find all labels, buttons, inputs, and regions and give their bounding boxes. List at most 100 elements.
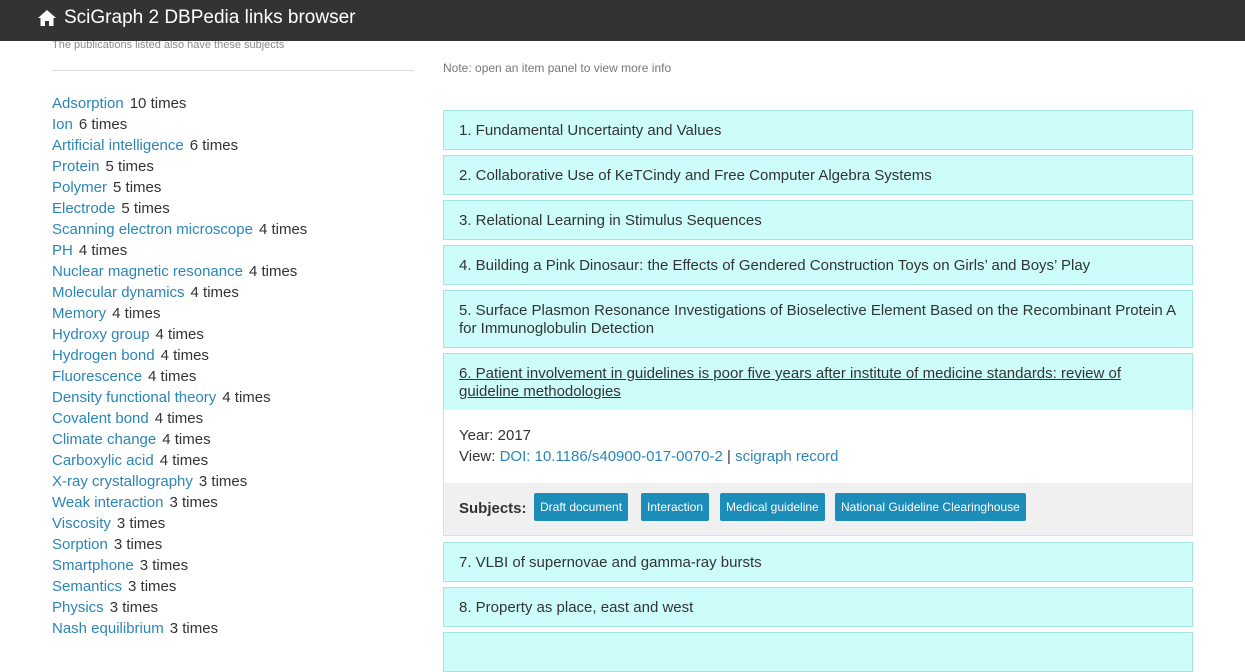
subject-link[interactable]: X-ray crystallography [52, 473, 193, 490]
subject-count: 4 times [258, 221, 308, 238]
subject-link[interactable]: Viscosity [52, 515, 111, 532]
subject-item: Covalent bond 4 times [52, 408, 307, 429]
subject-count: 4 times [154, 410, 204, 427]
subject-link[interactable]: Ion [52, 116, 73, 133]
subject-tag[interactable]: Interaction [641, 493, 710, 521]
publication-item[interactable] [443, 632, 1193, 672]
subject-count: 3 times [113, 536, 163, 553]
subject-link[interactable]: Nash equilibrium [52, 620, 164, 637]
publication-item[interactable]: 5. Surface Plasmon Resonance Investigati… [443, 290, 1193, 348]
subject-link[interactable]: Carboxylic acid [52, 452, 154, 469]
subject-count: 5 times [121, 200, 170, 217]
publication-title[interactable]: 8. Property as place, east and west [459, 599, 1177, 617]
subject-tag[interactable]: Medical guideline [720, 493, 825, 521]
subject-item: Hydrogen bond 4 times [52, 345, 307, 366]
publication-title[interactable]: 7. VLBI of supernovae and gamma-ray burs… [459, 554, 1177, 572]
doi-link[interactable]: DOI: 10.1186/s40900-017-0070-2 [500, 448, 723, 465]
subject-link[interactable]: Sorption [52, 536, 108, 553]
subject-item: Protein 5 times [52, 156, 307, 177]
scigraph-record-link[interactable]: scigraph record [735, 448, 838, 465]
subject-count: 3 times [109, 599, 159, 616]
subject-link[interactable]: Memory [52, 305, 106, 322]
subject-count: 4 times [190, 284, 239, 301]
publication-title[interactable]: 6. Patient involvement in guidelines is … [459, 365, 1177, 401]
home-icon[interactable] [37, 9, 57, 27]
subject-item: Electrode 5 times [52, 198, 307, 219]
subject-count: 4 times [78, 242, 128, 259]
subject-count: 10 times [129, 95, 187, 112]
publication-item[interactable]: 2. Collaborative Use of KeTCindy and Fre… [443, 155, 1193, 195]
publication-item[interactable]: 3. Relational Learning in Stimulus Seque… [443, 200, 1193, 240]
publication-title[interactable]: 1. Fundamental Uncertainty and Values [459, 122, 1177, 140]
subject-item: Viscosity 3 times [52, 513, 307, 534]
subject-item: Nuclear magnetic resonance 4 times [52, 261, 307, 282]
subject-item: Smartphone 3 times [52, 555, 307, 576]
subject-item: Carboxylic acid 4 times [52, 450, 307, 471]
subject-link[interactable]: Hydroxy group [52, 326, 150, 343]
subject-link[interactable]: Artificial intelligence [52, 137, 184, 154]
subject-link[interactable]: Electrode [52, 200, 115, 217]
subject-count: 4 times [248, 263, 298, 280]
subject-link[interactable]: PH [52, 242, 73, 259]
subject-count: 6 times [78, 116, 128, 133]
subject-count: 3 times [128, 578, 177, 595]
subject-link[interactable]: Physics [52, 599, 104, 616]
info-note: Note: open an item panel to view more in… [443, 61, 672, 75]
subject-item: Adsorption 10 times [52, 93, 307, 114]
subject-item: Sorption 3 times [52, 534, 307, 555]
app-title[interactable]: SciGraph 2 DBPedia links browser [64, 7, 355, 29]
publication-item-open[interactable]: 6. Patient involvement in guidelines is … [443, 353, 1193, 411]
publication-item[interactable]: 7. VLBI of supernovae and gamma-ray burs… [443, 542, 1193, 582]
subject-link[interactable]: Density functional theory [52, 389, 216, 406]
subject-link[interactable]: Polymer [52, 179, 107, 196]
publication-item[interactable]: 1. Fundamental Uncertainty and Values [443, 110, 1193, 150]
subject-link[interactable]: Protein [52, 158, 100, 175]
publication-item[interactable]: 8. Property as place, east and west [443, 587, 1193, 627]
subject-tag[interactable]: National Guideline Clearinghouse [835, 493, 1026, 521]
subject-count: 3 times [198, 473, 248, 490]
subject-link[interactable]: Nuclear magnetic resonance [52, 263, 243, 280]
subject-item: Polymer 5 times [52, 177, 307, 198]
subject-link[interactable]: Weak interaction [52, 494, 163, 511]
publication-title[interactable]: 4. Building a Pink Dinosaur: the Effects… [459, 257, 1177, 275]
subject-count: 3 times [169, 494, 218, 511]
subject-count: 3 times [139, 557, 189, 574]
subject-link[interactable]: Molecular dynamics [52, 284, 185, 301]
subject-count: 6 times [189, 137, 239, 154]
subject-item: Memory 4 times [52, 303, 307, 324]
subject-item: Physics 3 times [52, 597, 307, 618]
subject-item: Ion 6 times [52, 114, 307, 135]
subject-item: X-ray crystallography 3 times [52, 471, 307, 492]
publication-title[interactable]: 3. Relational Learning in Stimulus Seque… [459, 212, 1177, 230]
subject-link[interactable]: Adsorption [52, 95, 124, 112]
view-label: View: [459, 448, 496, 465]
subject-link[interactable]: Smartphone [52, 557, 134, 574]
subject-item: Weak interaction 3 times [52, 492, 307, 513]
subject-link[interactable]: Climate change [52, 431, 156, 448]
sidebar-divider [52, 70, 414, 71]
publication-title[interactable]: 2. Collaborative Use of KeTCindy and Fre… [459, 167, 1177, 185]
subject-item: Artificial intelligence 6 times [52, 135, 307, 156]
subject-count: 3 times [116, 515, 166, 532]
subject-tag[interactable]: Draft document [534, 493, 629, 521]
publication-title[interactable]: 5. Surface Plasmon Resonance Investigati… [459, 302, 1177, 338]
subject-item: PH 4 times [52, 240, 307, 261]
subjects-bar: Subjects: Draft document Interaction Med… [444, 483, 1192, 535]
publication-item[interactable]: 4. Building a Pink Dinosaur: the Effects… [443, 245, 1193, 285]
subject-link[interactable]: Hydrogen bond [52, 347, 155, 364]
subject-count: 4 times [148, 368, 197, 385]
subject-count: 5 times [113, 179, 162, 196]
publication-year: Year: 2017 [459, 427, 532, 444]
subject-count: 4 times [112, 305, 161, 322]
subject-count: 4 times [222, 389, 271, 406]
subject-item: Density functional theory 4 times [52, 387, 307, 408]
link-separator: | [726, 448, 731, 465]
subject-link[interactable]: Fluorescence [52, 368, 142, 385]
subject-item: Molecular dynamics 4 times [52, 282, 307, 303]
subject-link[interactable]: Semantics [52, 578, 122, 595]
subject-count: 4 times [162, 431, 211, 448]
top-navbar: SciGraph 2 DBPedia links browser [0, 0, 1245, 41]
subject-link[interactable]: Covalent bond [52, 410, 149, 427]
subject-item: Climate change 4 times [52, 429, 307, 450]
subject-link[interactable]: Scanning electron microscope [52, 221, 253, 238]
